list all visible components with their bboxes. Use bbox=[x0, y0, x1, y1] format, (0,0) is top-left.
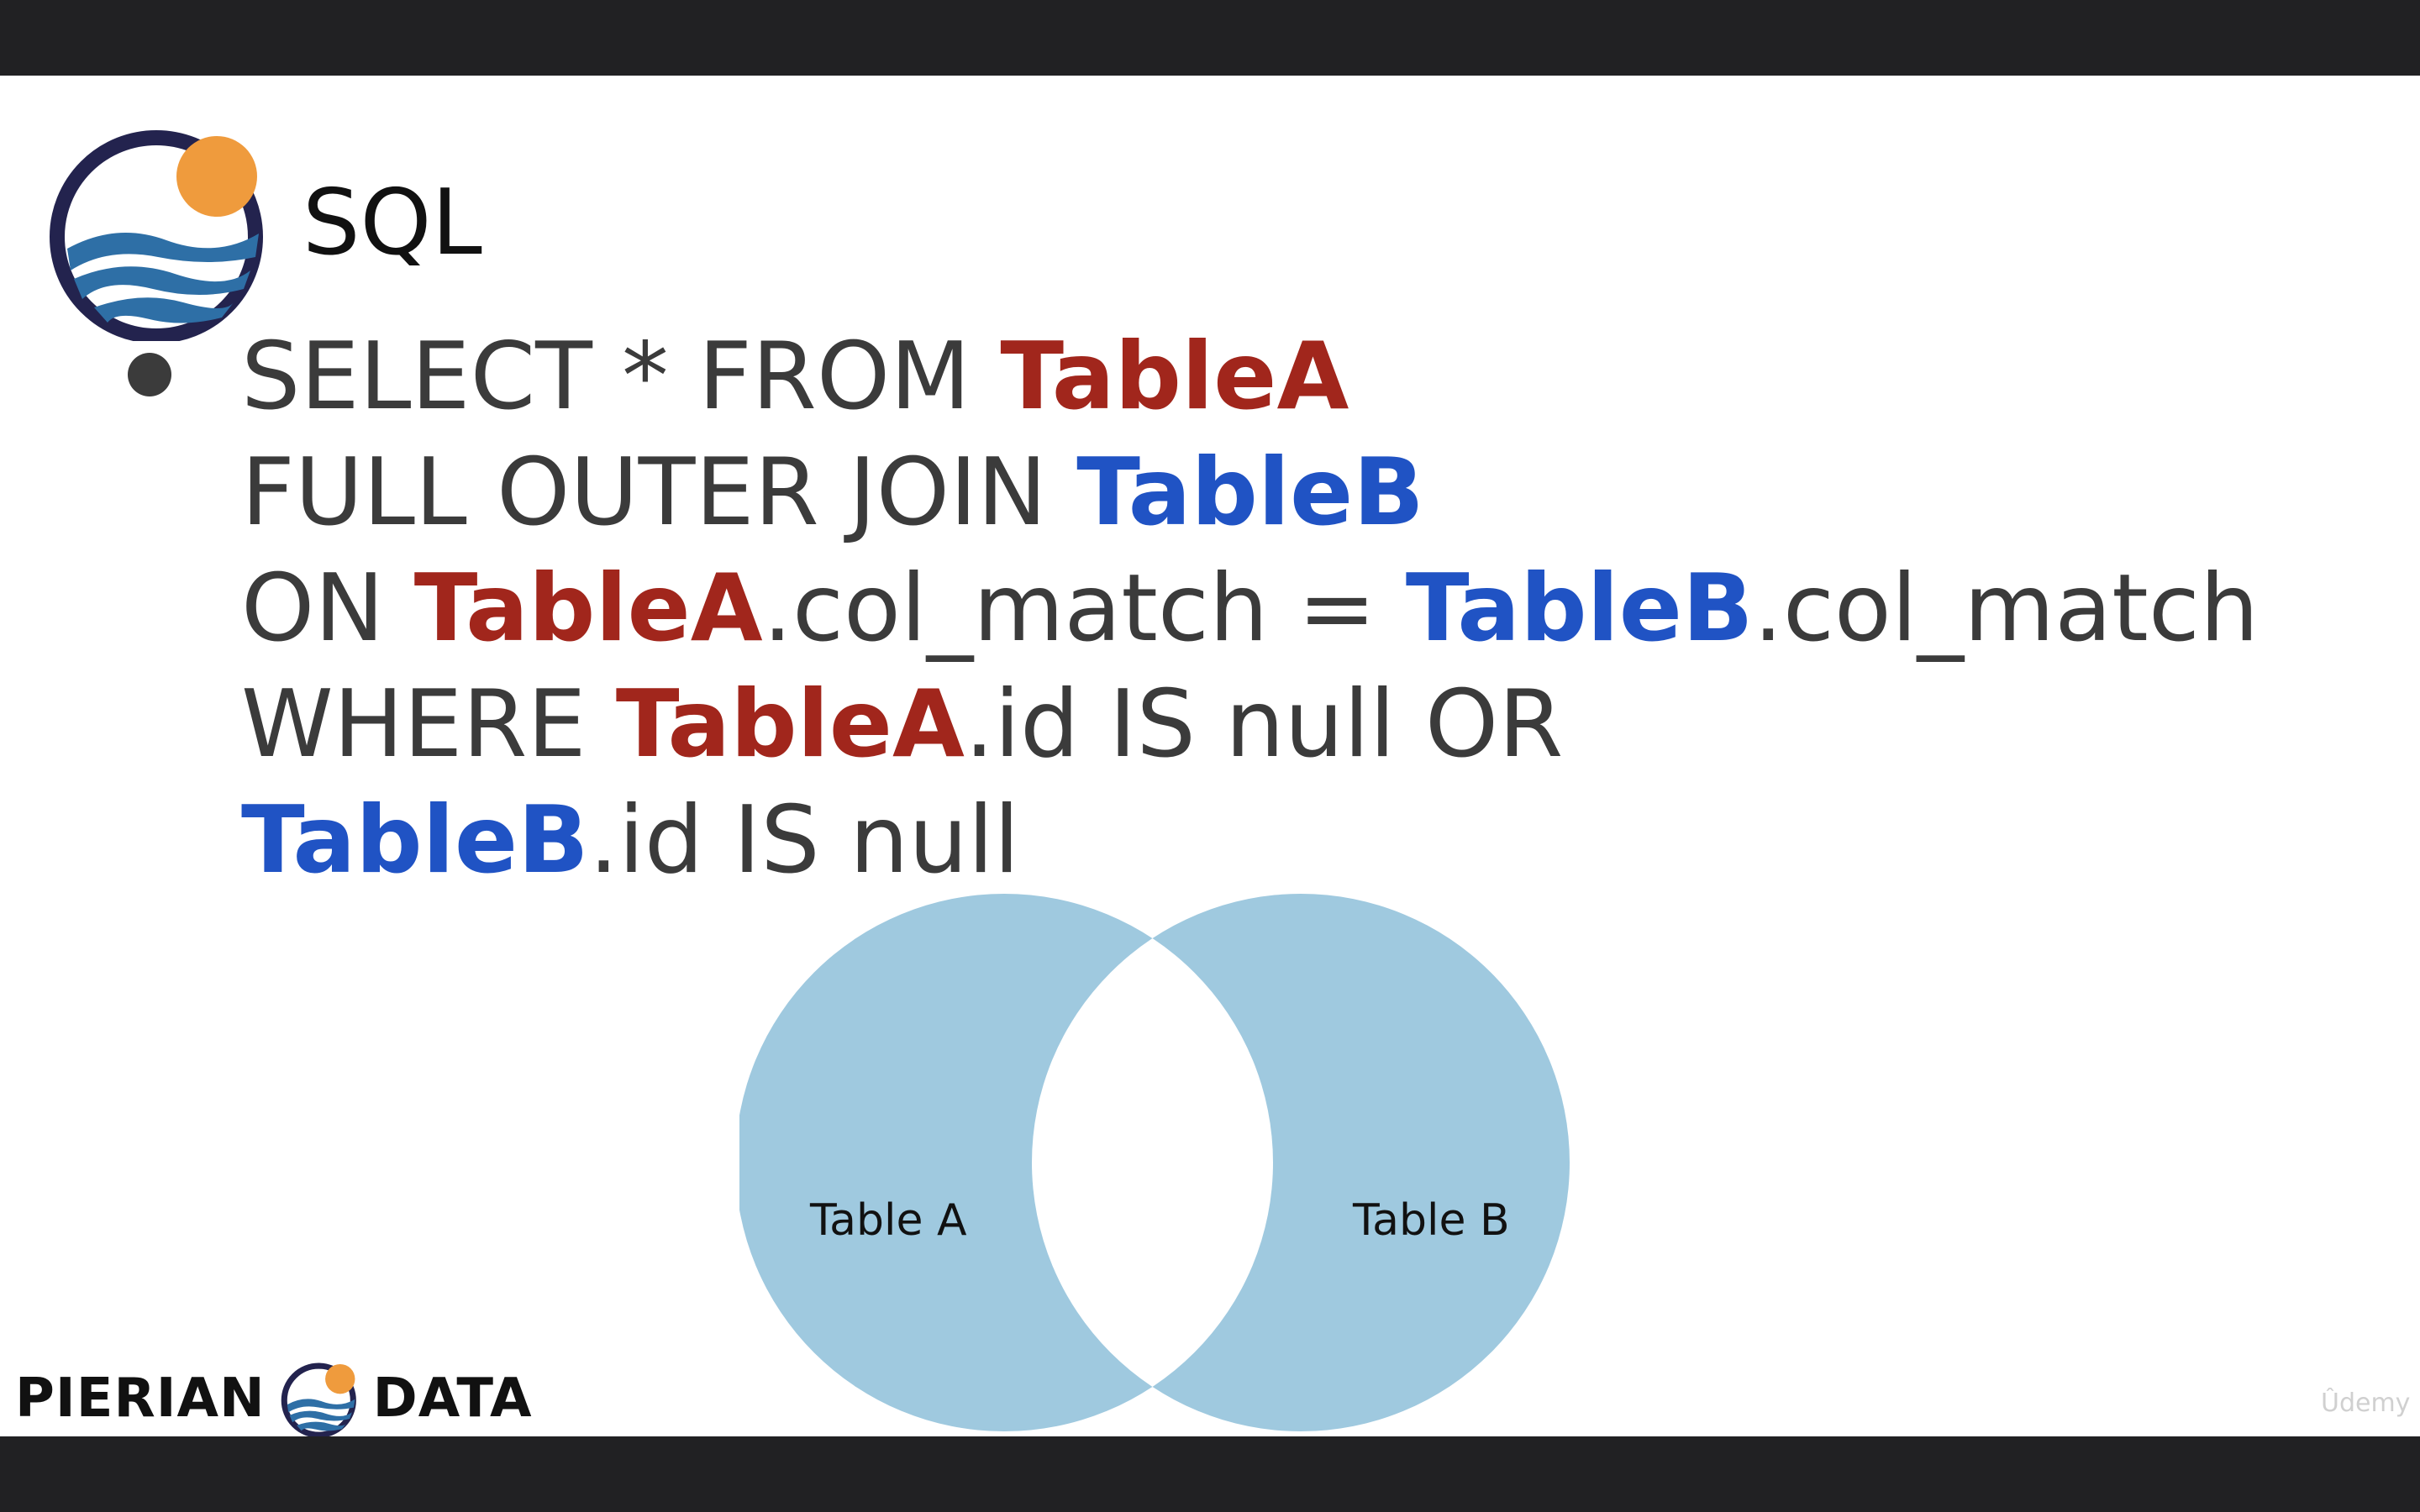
code-line: SELECT * FROM TableA bbox=[241, 319, 2259, 435]
code-line: FULL OUTER JOIN TableB bbox=[241, 435, 2259, 551]
table-b-token: TableB bbox=[241, 786, 589, 895]
sql-code-block: SELECT * FROM TableA FULL OUTER JOIN Tabl… bbox=[241, 319, 2259, 899]
code-text: .col_match = bbox=[762, 554, 1406, 663]
pierian-data-brand: PIERIAN DATA bbox=[15, 1357, 533, 1436]
brand-left-word: PIERIAN bbox=[15, 1368, 266, 1430]
letterbox-top bbox=[0, 0, 2420, 76]
table-a-token: TableA bbox=[1000, 323, 1349, 431]
slide: SQL SELECT * FROM TableA FULL OUTER JOIN … bbox=[0, 76, 2420, 1436]
code-text: .id IS null bbox=[588, 786, 1020, 895]
table-a-token: TableA bbox=[615, 670, 965, 779]
venn-label-b: Table B bbox=[1352, 1195, 1510, 1246]
pierian-logo-icon bbox=[50, 130, 263, 341]
code-line: WHERE TableA.id IS null OR bbox=[241, 667, 2259, 783]
table-b-token: TableB bbox=[1076, 438, 1424, 547]
code-line: TableB.id IS null bbox=[241, 783, 2259, 899]
code-text: SELECT * FROM bbox=[241, 323, 1001, 431]
table-b-token: TableB bbox=[1405, 554, 1754, 663]
brand-right-word: DATA bbox=[372, 1368, 533, 1430]
letterbox-bottom bbox=[0, 1436, 2420, 1512]
code-text: ON bbox=[241, 554, 414, 663]
slide-title: SQL bbox=[302, 171, 482, 276]
bullet-dot bbox=[128, 353, 171, 396]
code-line: ON TableA.col_match = TableB.col_match bbox=[241, 551, 2259, 667]
pierian-data-logo-icon bbox=[281, 1362, 356, 1436]
code-text: WHERE bbox=[241, 670, 616, 779]
code-text: FULL OUTER JOIN bbox=[241, 438, 1077, 547]
venn-label-a: Table A bbox=[809, 1195, 967, 1246]
venn-diagram: Table A Table B bbox=[739, 894, 1570, 1431]
table-a-token: TableA bbox=[413, 554, 763, 663]
code-text: .id IS null OR bbox=[964, 670, 1564, 779]
udemy-watermark: Ûdemy bbox=[2321, 1389, 2411, 1418]
code-text: .col_match bbox=[1753, 554, 2260, 663]
